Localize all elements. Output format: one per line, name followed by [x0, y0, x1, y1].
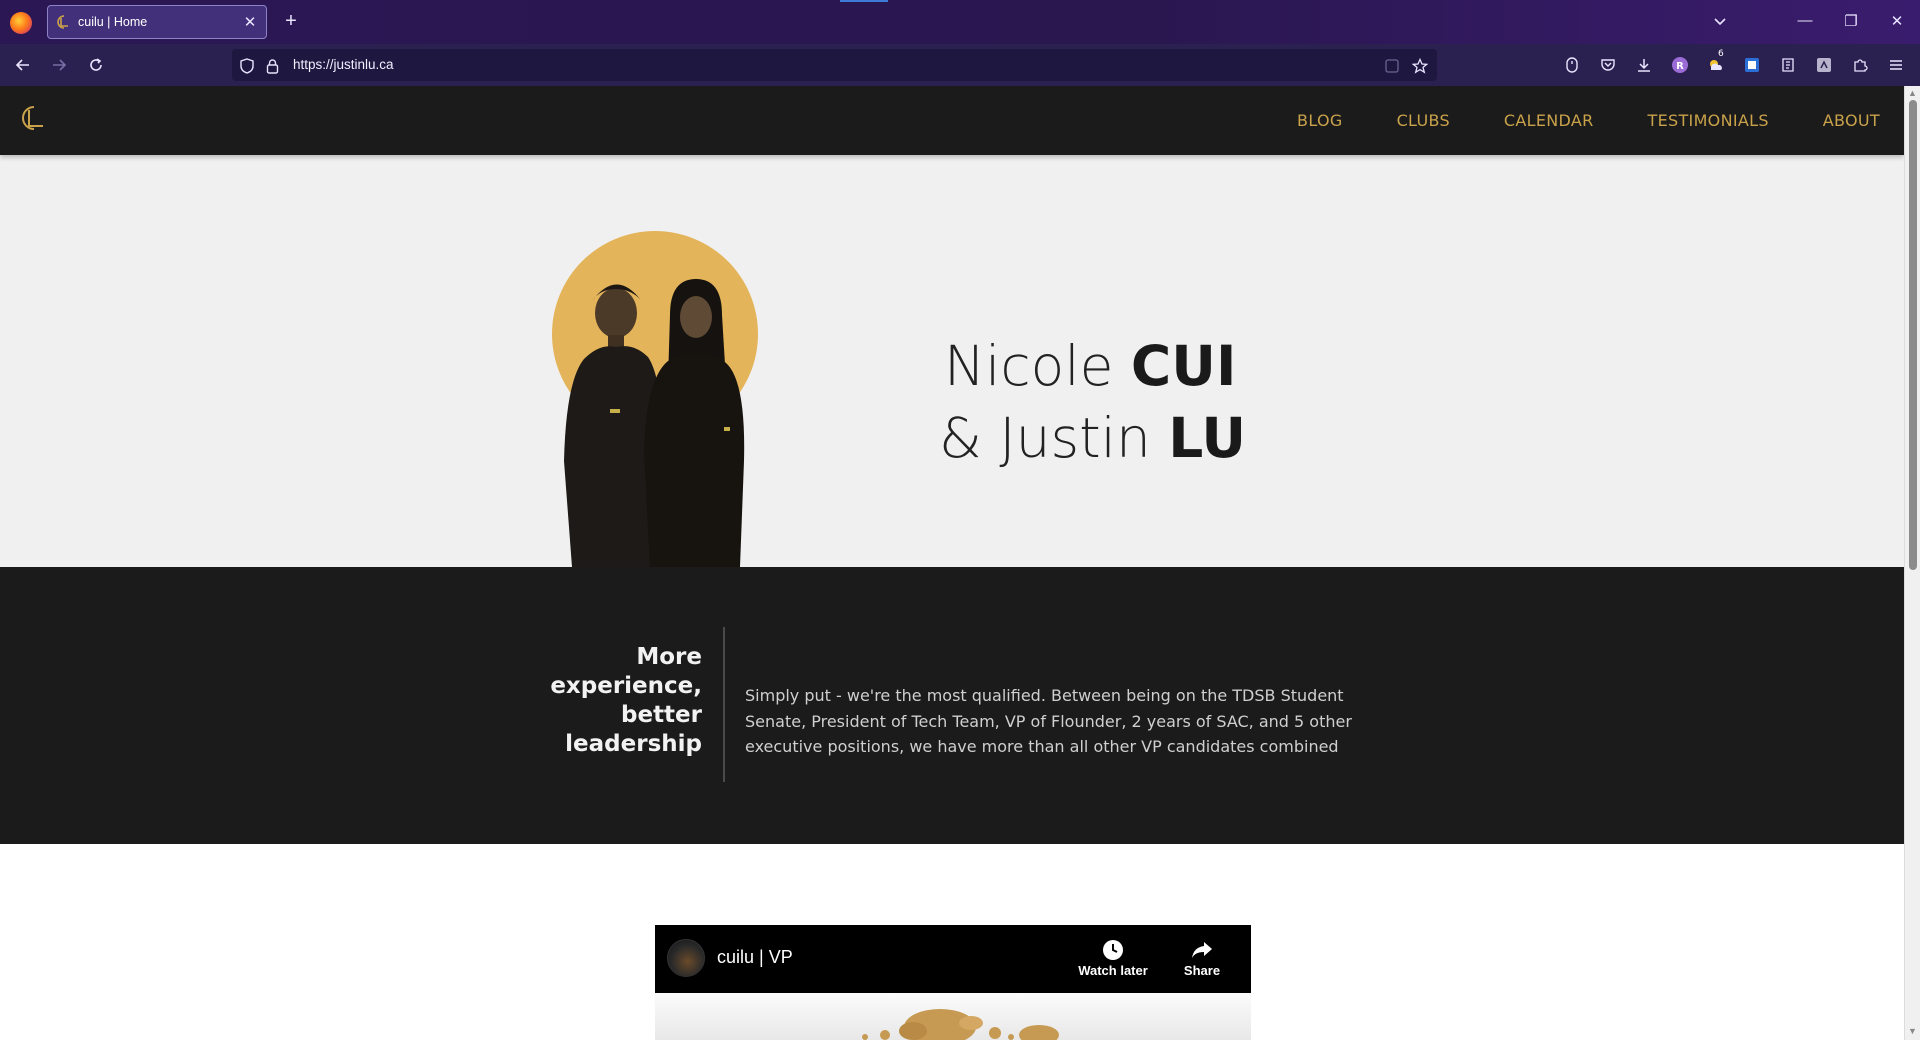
hero-section: Nicole CUI & Justin LU [0, 155, 1904, 567]
hero-first-name-2: & Justin [939, 406, 1151, 470]
clock-icon [1073, 937, 1153, 963]
video-title-bar: cuilu | VP Watch later Share [655, 925, 1251, 993]
bookmark-star-icon[interactable] [1412, 58, 1428, 74]
hero-first-name-1: Nicole [944, 334, 1114, 398]
downloads-icon[interactable] [1634, 55, 1654, 75]
scroll-up-icon[interactable]: ▲ [1908, 88, 1917, 98]
experience-heading-line: leadership [565, 731, 702, 757]
list-all-tabs-icon[interactable] [1712, 13, 1728, 34]
hero-title-line-1: Nicole CUI [944, 330, 1246, 402]
extension-reader-icon[interactable] [1778, 55, 1798, 75]
experience-heading: More experience, better leadership [540, 643, 702, 759]
url-bar[interactable]: https://justinlu.ca [232, 49, 1437, 81]
back-icon[interactable] [13, 55, 33, 75]
candidates-photo [550, 231, 760, 567]
watch-later-label: Watch later [1078, 963, 1148, 978]
tracking-protection-icon[interactable] [239, 58, 255, 74]
app-menu-icon[interactable] [1886, 55, 1906, 75]
hero-title-line-2: & Justin LU [939, 402, 1246, 474]
account-avatar-icon[interactable]: R [1670, 55, 1690, 75]
tab-close-icon[interactable]: ✕ [242, 13, 258, 31]
browser-nav-bar: https://justinlu.ca R 6 [0, 44, 1920, 86]
close-window-button[interactable]: ✕ [1887, 12, 1907, 30]
youtube-embed[interactable]: cuilu | VP Watch later Share [655, 925, 1251, 1040]
nav-link-blog[interactable]: BLOG [1297, 111, 1343, 130]
site-header: BLOG CLUBS CALENDAR TESTIMONIALS ABOUT [0, 86, 1904, 155]
svg-text:R: R [1676, 61, 1684, 72]
scrollbar-thumb[interactable] [1909, 100, 1917, 570]
nav-link-testimonials[interactable]: TESTIMONIALS [1648, 111, 1769, 130]
experience-heading-line: More [636, 644, 702, 670]
minimize-button[interactable]: — [1795, 12, 1815, 29]
extension-mouse-icon[interactable] [1562, 55, 1582, 75]
page-viewport: BLOG CLUBS CALENDAR TESTIMONIALS ABOUT N… [0, 86, 1904, 1040]
new-tab-button[interactable]: + [281, 10, 301, 33]
extensions-puzzle-icon[interactable] [1850, 55, 1870, 75]
hero-last-name-2: LU [1168, 406, 1247, 470]
extension-gray-icon[interactable] [1814, 55, 1834, 75]
tab-title: cuilu | Home [78, 15, 148, 29]
video-title[interactable]: cuilu | VP [717, 947, 793, 968]
extension-blue-icon[interactable] [1742, 55, 1762, 75]
site-favicon-icon [56, 15, 70, 29]
experience-heading-line: better [621, 702, 702, 728]
watch-later-button[interactable]: Watch later [1073, 937, 1153, 978]
browser-tab-active[interactable]: cuilu | Home ✕ [47, 5, 267, 39]
page-scrollbar[interactable]: ▲ ▼ [1904, 86, 1920, 1040]
site-logo-icon[interactable] [20, 105, 46, 131]
lock-icon[interactable] [264, 58, 280, 74]
video-thumbnail[interactable] [655, 993, 1251, 1040]
hero-title: Nicole CUI & Justin LU [939, 330, 1246, 474]
url-text[interactable]: https://justinlu.ca [293, 57, 394, 72]
experience-section: More experience, better leadership Simpl… [0, 567, 1904, 844]
extension-badge: 6 [1718, 49, 1724, 59]
video-section: cuilu | VP Watch later Share [0, 844, 1904, 1040]
site-nav: BLOG CLUBS CALENDAR TESTIMONIALS ABOUT [1297, 86, 1904, 155]
restore-button[interactable]: ❐ [1841, 12, 1861, 30]
experience-divider [723, 627, 725, 782]
translate-icon[interactable] [1384, 58, 1400, 74]
forward-icon[interactable] [49, 55, 69, 75]
firefox-menu-icon[interactable] [10, 12, 32, 34]
share-arrow-icon [1162, 937, 1242, 963]
tab-strip-accent [840, 0, 888, 2]
weather-extension-icon[interactable]: 6 [1706, 49, 1726, 75]
hero-last-name-1: CUI [1130, 334, 1237, 398]
share-button[interactable]: Share [1162, 937, 1242, 978]
experience-body: Simply put - we're the most qualified. B… [745, 686, 1352, 756]
nav-link-clubs[interactable]: CLUBS [1397, 111, 1450, 130]
reload-icon[interactable] [86, 55, 106, 75]
scroll-down-icon[interactable]: ▼ [1908, 1026, 1917, 1036]
pocket-icon[interactable] [1598, 55, 1618, 75]
nav-link-calendar[interactable]: CALENDAR [1504, 111, 1594, 130]
nav-link-about[interactable]: ABOUT [1823, 111, 1880, 130]
share-label: Share [1183, 963, 1221, 978]
browser-tab-bar: cuilu | Home ✕ + — ❐ ✕ [0, 0, 1920, 44]
experience-heading-line: experience, [550, 673, 702, 699]
channel-avatar[interactable] [667, 939, 705, 977]
